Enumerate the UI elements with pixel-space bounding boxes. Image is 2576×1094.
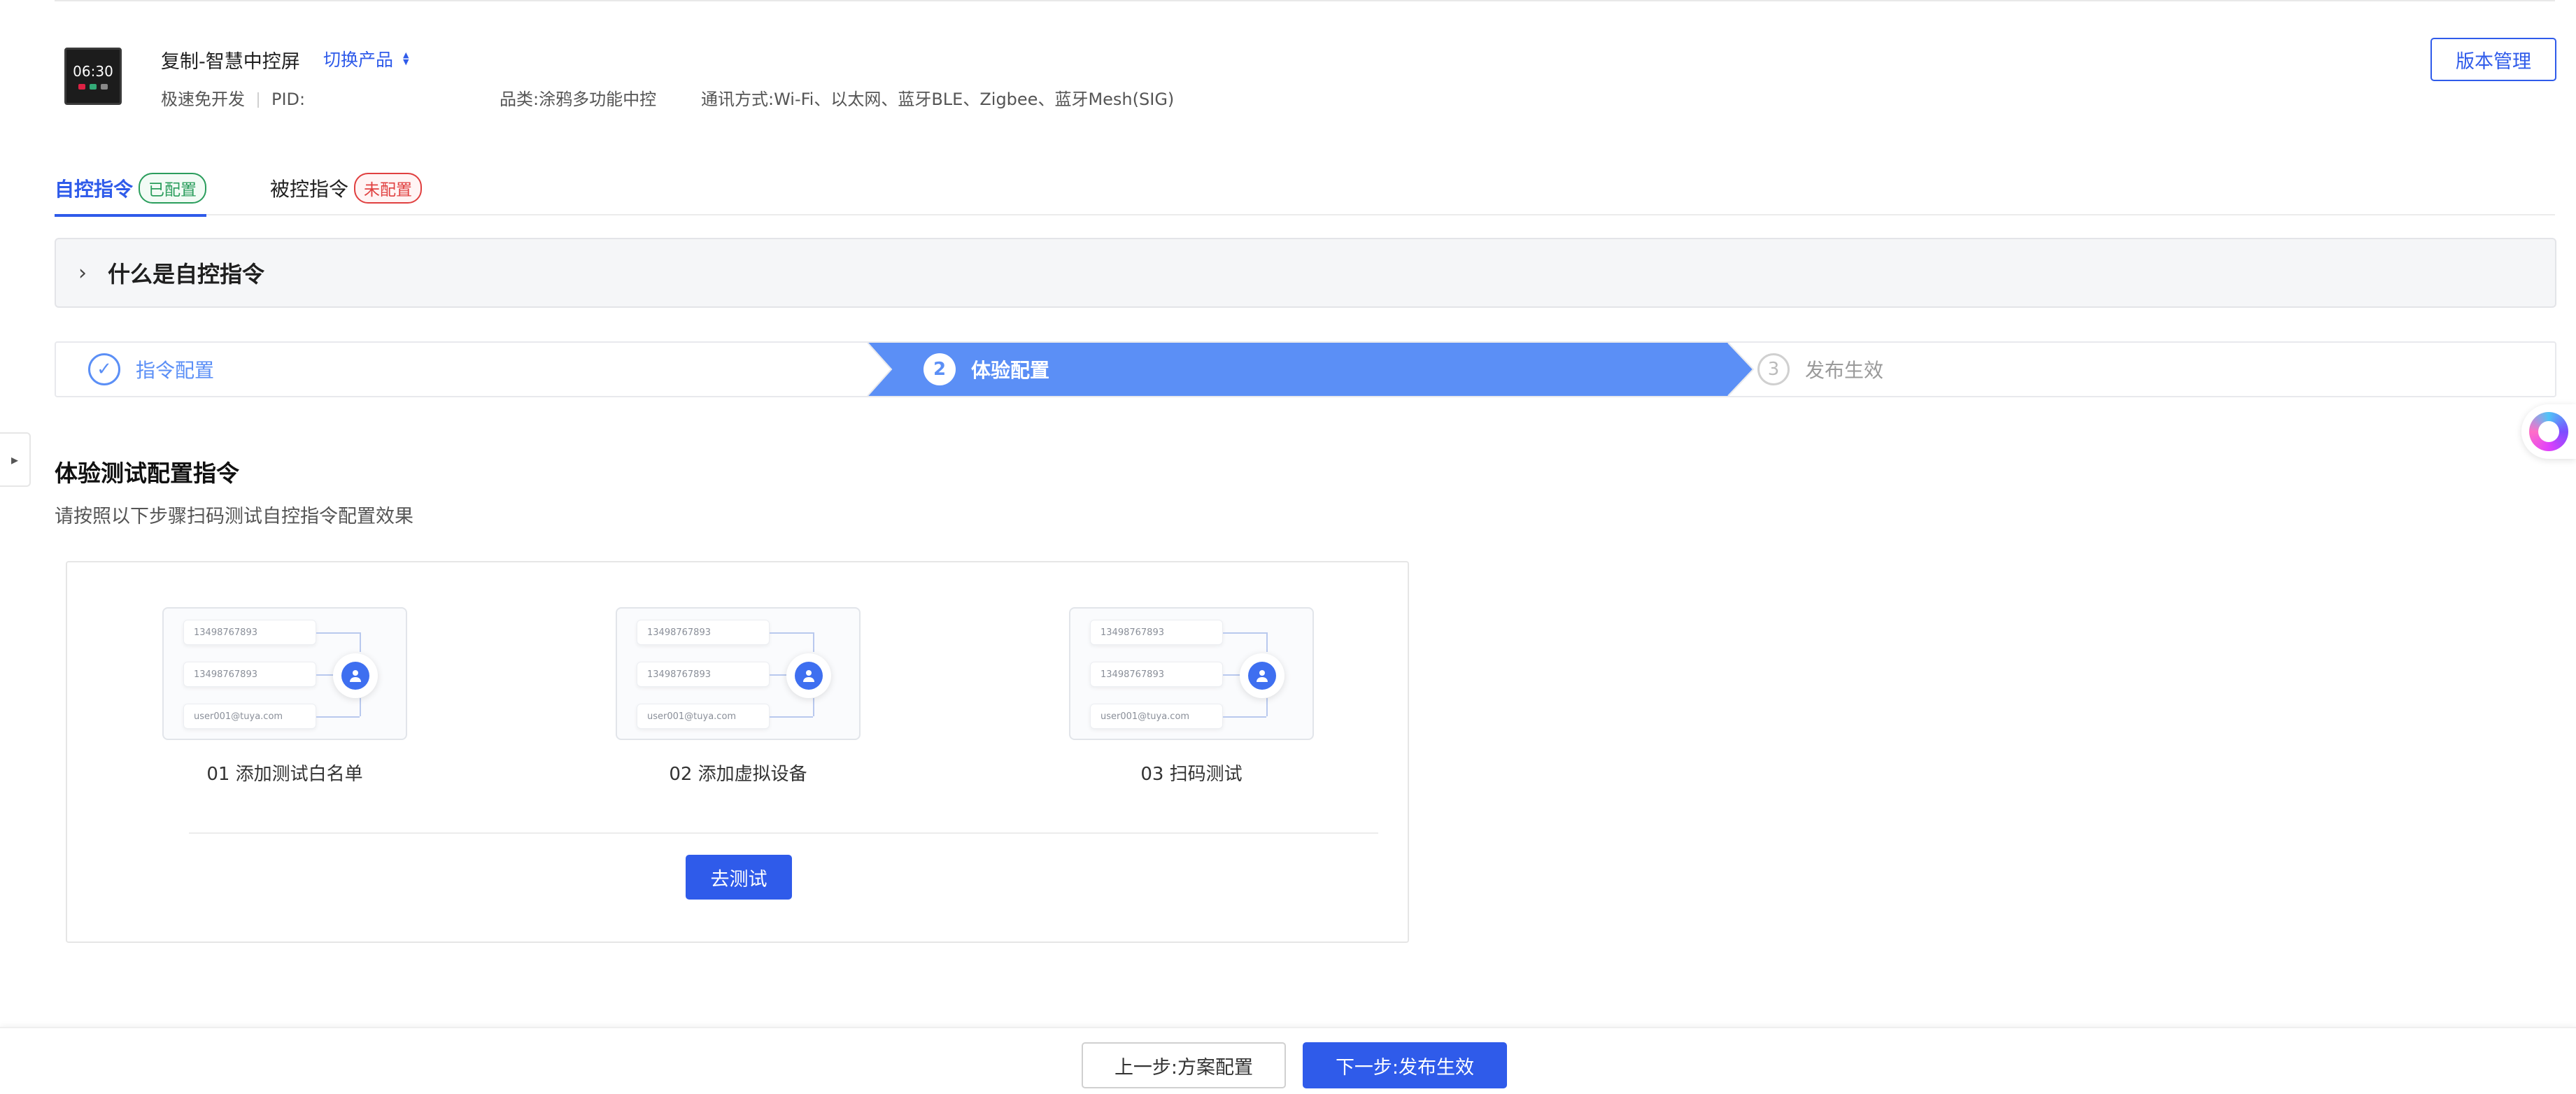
product-category: 品类:涂鸦多功能中控 [500,90,657,109]
connector-line [360,632,361,652]
pid-label: PID: [271,90,306,109]
user-icon [803,670,814,682]
tab-self-control[interactable]: 自控指令 已配置 [55,161,207,217]
card-divider [189,832,1378,834]
flow-step-label: 02 添加虚拟设备 [669,764,807,785]
avatar [333,653,378,698]
product-name: 复制-智慧中控屏 [161,51,300,73]
connector-line [813,632,814,652]
what-is-self-control-collapse[interactable]: › 什么是自控指令 [55,238,2556,308]
top-divider [55,0,2555,3]
version-management-button[interactable]: 版本管理 [2430,38,2556,81]
illustration-row: 13498767893 [637,662,770,687]
status-badge-configured: 已配置 [139,173,207,204]
step-publish[interactable]: 3 发布生效 [1757,343,1883,396]
section-title: 体验测试配置指令 [55,460,239,487]
connector-line [1223,674,1241,676]
check-circle-icon: ✓ [88,353,120,385]
product-thumbnail-dots [78,84,108,90]
illustration-row: 13498767893 [1090,620,1223,645]
chevron-right-icon: › [78,260,87,285]
connector-line [316,674,334,676]
sort-arrows-icon: ▲ ▼ [403,50,409,66]
avatar [786,653,831,698]
connector-line [813,698,814,716]
flow-step-label: 03 扫码测试 [1140,764,1243,785]
connector-line [770,716,813,718]
ai-assistant-icon [2529,412,2568,451]
avatar [1240,653,1285,698]
collapse-title: 什么是自控指令 [108,261,265,287]
product-protocols: 通讯方式:Wi-Fi、以太网、蓝牙BLE、Zigbee、蓝牙Mesh(SIG) [701,90,1175,109]
step-experience-config[interactable]: 2 体验配置 [923,343,1049,396]
step-label: 指令配置 [136,359,215,382]
flow-step-label: 01 添加测试白名单 [206,764,363,785]
previous-step-button[interactable]: 上一步:方案配置 [1082,1042,1286,1088]
illustration-row: 13498767893 [183,662,316,687]
user-icon [350,670,361,682]
step-label: 体验配置 [971,359,1050,382]
tab-controlled-label: 被控指令 [270,178,349,201]
connector-line [770,674,788,676]
caret-right-icon: ▸ [10,451,19,468]
steps-background [867,343,1755,396]
flow-step-scan-test: 13498767893 13498767893 user001@tuya.com… [1069,607,1314,786]
illustration-row: user001@tuya.com [1090,704,1223,729]
step-label: 发布生效 [1805,359,1884,382]
tab-self-control-label: 自控指令 [55,178,134,201]
illustration-row: 13498767893 [1090,662,1223,687]
connector-line [1223,632,1266,634]
dev-mode-text: 极速免开发 [161,90,245,109]
illustration-row: 13498767893 [183,620,316,645]
virtual-device-illustration: 13498767893 13498767893 user001@tuya.com [616,607,861,740]
connector-line [1223,716,1266,718]
flow-step-whitelist: 13498767893 13498767893 user001@tuya.com… [162,607,407,786]
connector-line [770,632,813,634]
product-thumbnail-time: 06:30 [73,63,113,80]
step-number: 2 [923,353,956,385]
scan-test-illustration: 13498767893 13498767893 user001@tuya.com [1069,607,1314,740]
go-test-button[interactable]: 去测试 [686,855,792,900]
step-command-config[interactable]: ✓ 指令配置 [88,343,214,396]
whitelist-illustration: 13498767893 13498767893 user001@tuya.com [162,607,407,740]
ai-assistant-button[interactable] [2521,404,2576,459]
illustration-row: user001@tuya.com [637,704,770,729]
connector-line [360,698,361,716]
illustration-row: user001@tuya.com [183,704,316,729]
footer-bar: 上一步:方案配置 下一步:发布生效 [0,1027,2576,1094]
connector-line [1266,698,1268,716]
section-description: 请按照以下步骤扫码测试自控指令配置效果 [55,506,413,527]
tab-controlled[interactable]: 被控指令 未配置 [270,161,423,215]
command-tabs: 自控指令 已配置 被控指令 未配置 [55,161,2555,217]
sidebar-toggle-button[interactable]: ▸ [0,432,31,487]
status-badge-unconfigured: 未配置 [354,173,423,204]
flow-step-virtual-device: 13498767893 13498767893 user001@tuya.com… [616,607,861,786]
connector-line [316,716,360,718]
step-number: 3 [1757,353,1790,385]
product-meta-left: 极速免开发 PID: [161,85,305,110]
product-thumbnail: 06:30 [64,48,122,105]
meta-separator [257,92,259,108]
illustration-row: 13498767893 [637,620,770,645]
switch-product-label: 切换产品 [323,50,394,70]
test-steps-card: 13498767893 13498767893 user001@tuya.com… [66,561,1409,943]
connector-line [1266,632,1268,652]
switch-product-link[interactable]: 切换产品 ▲ ▼ [323,46,409,71]
user-icon [1257,670,1268,682]
connector-line [316,632,360,634]
next-step-button[interactable]: 下一步:发布生效 [1303,1042,1507,1088]
steps-bar: ✓ 指令配置 2 体验配置 3 发布生效 [55,341,2556,397]
